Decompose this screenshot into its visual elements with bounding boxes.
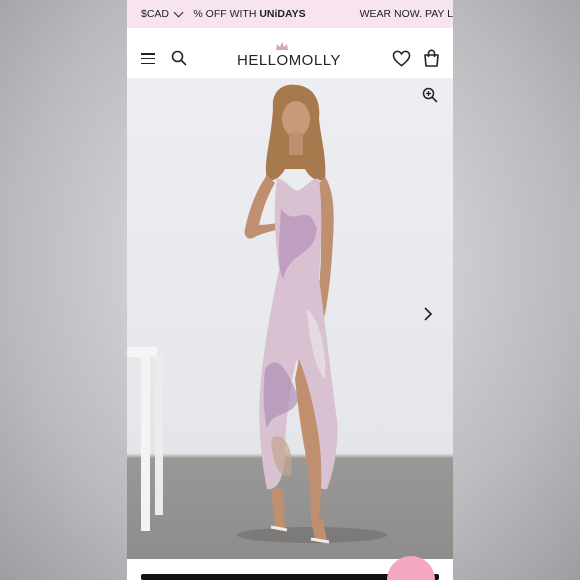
chevron-down-icon [173, 7, 184, 17]
currency-selector[interactable]: $CAD [127, 7, 188, 20]
currency-label: $CAD [141, 8, 170, 20]
phone-screen: $CAD % OFF WITH UNiDAYS WEAR NOW. PAY L … [127, 0, 453, 580]
promo-bar: $CAD % OFF WITH UNiDAYS WEAR NOW. PAY L [127, 0, 453, 28]
bag-icon[interactable] [423, 49, 440, 67]
chevron-right-icon[interactable] [423, 307, 433, 321]
search-icon[interactable] [171, 50, 187, 66]
product-image[interactable] [127, 79, 453, 559]
brand-logo[interactable]: HELLOMOLLY [237, 52, 341, 69]
model-in-dress [244, 84, 338, 544]
promo-message-2[interactable]: WEAR NOW. PAY L [360, 8, 453, 20]
crown-icon [276, 42, 288, 50]
promo-message-prefix: % OFF WITH [193, 8, 260, 20]
site-header: HELLOMOLLY [127, 28, 453, 79]
promo-message[interactable]: % OFF WITH UNiDAYS [193, 8, 305, 20]
promo-message-brand: UNiDAYS [259, 8, 306, 20]
zoom-in-icon[interactable] [422, 87, 438, 103]
menu-icon[interactable] [141, 53, 155, 65]
heart-icon[interactable] [392, 50, 411, 67]
chat-button[interactable] [387, 556, 435, 580]
